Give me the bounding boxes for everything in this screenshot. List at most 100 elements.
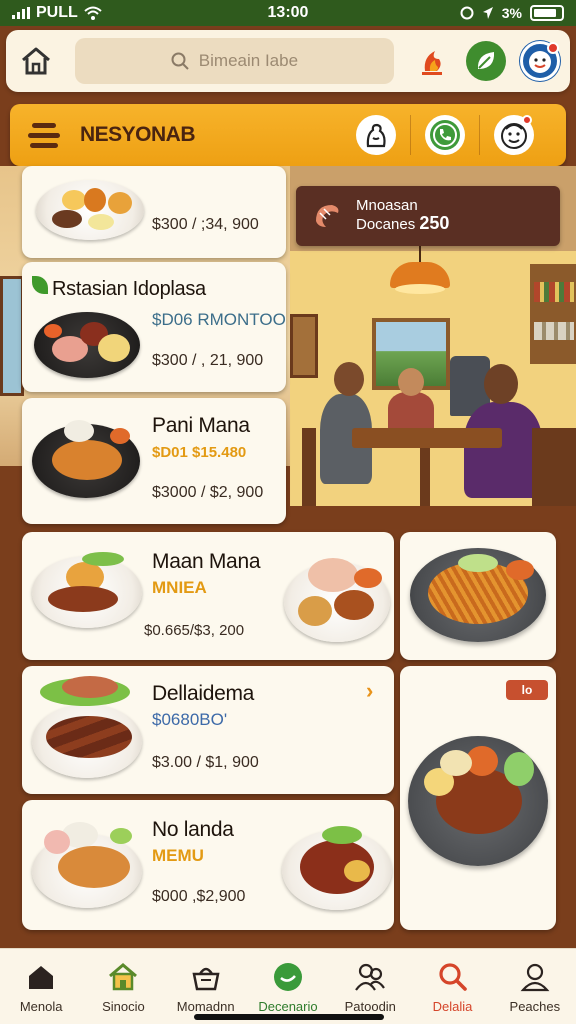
arrow-right-icon[interactable]: › [366,678,373,704]
battery-icon [530,5,564,21]
basket-icon [192,967,220,991]
dish-garnish [458,554,498,572]
card-title: Dellaidema [152,682,255,705]
card-subtitle: $D01 $15.480 [152,444,247,461]
dish-ham [308,558,358,592]
nav-item-peaches[interactable]: Peaches [495,961,575,1014]
dish-noodles [440,750,472,776]
alarm-icon [460,6,474,20]
waiter-button[interactable] [494,115,534,155]
dish-cucumber [504,752,534,786]
search-placeholder: Bimeain Iabe [198,51,299,70]
restaurant-bar: NESYONAB [10,104,566,166]
fire-logo-icon [422,51,442,75]
card-title: Maan Mana [152,550,261,573]
nav-label: Momadnn [176,999,235,1014]
top-header: Bimeain Iabe [6,30,570,92]
nav-item-momadnn[interactable]: Momadnn [166,961,246,1014]
card-subtitle: MNIEA [152,578,207,597]
divider [479,115,480,155]
bottom-navigation: Menola Sinocio Momadnn Decenario Patoodi… [0,948,576,1024]
notification-badge [522,115,532,125]
dish-egg [62,190,86,210]
dish-greens [82,552,124,566]
card-price: $300 / ;34, 900 [152,216,259,233]
people-icon [355,963,386,991]
menu-card[interactable] [400,532,556,660]
nav-item-delalia[interactable]: Delalia [413,961,493,1014]
leaf-icon [32,276,48,294]
dish-stew [48,586,118,612]
chef-button[interactable] [356,115,396,155]
menu-card[interactable]: Rstasian Idoplasa $D06 RMONTOO $300 / , … [22,262,286,392]
card-price: $000 ,$2,900 [152,888,246,905]
menu-card[interactable]: Maan Mana MNIEA $0.665/$3, 200 [22,532,394,660]
dish-dip [506,560,534,580]
card-subtitle: $D06 RMONTOO [152,310,286,329]
signal-icon [12,7,30,19]
home-button[interactable] [16,39,57,83]
menu-card[interactable]: lo [400,666,556,930]
menu-card[interactable]: Dellaidema $0680BO' $3.00 / $1, 900 › [22,666,394,794]
dish-greens [322,826,362,844]
dish-dip [44,324,62,338]
home-icon [22,47,51,75]
wifi-icon [84,6,102,20]
dish-bread [84,188,106,212]
house-icon [29,966,54,989]
dish-beans [52,210,82,228]
home-outline-icon [109,963,138,991]
person-icon [520,963,550,992]
home-indicator[interactable] [194,1014,384,1020]
dish-dip [110,428,130,444]
carrier-label: PULL [36,4,78,21]
nav-item-menola[interactable]: Menola [1,961,81,1014]
menu-card[interactable]: $300 / ;34, 900 [22,166,286,258]
dish-fries [98,334,130,362]
search-icon [438,963,467,991]
nav-label: Patoodin [344,999,396,1014]
card-price: $0.665/$3, 200 [144,622,245,639]
dish-chicken [52,440,122,480]
dish-sausage [62,676,118,698]
menu-icon[interactable] [28,122,60,148]
menu-card[interactable]: Pani Mana $D01 $15.480 $3000 / $2, 900 [22,398,286,524]
notification-badge [547,42,559,54]
nav-label: Sinocio [102,999,145,1014]
chat-icon [273,963,302,991]
search-input[interactable]: Bimeain Iabe [74,38,394,84]
location-icon [482,7,493,19]
nav-label: Decenario [258,999,318,1014]
divider [410,115,411,155]
nav-item-patoodin[interactable]: Patoodin [330,961,410,1014]
card-title: Pani Mana [152,414,250,437]
dish-bun [108,192,132,214]
leaf-button[interactable] [466,41,506,81]
nav-item-sinocio[interactable]: Sinocio [83,961,163,1014]
dish-onion [44,830,70,854]
nav-label: Menola [19,999,63,1014]
nav-item-decenario[interactable]: Decenario [248,961,328,1014]
restaurant-title: NESYONAB [80,123,196,146]
dish-potato [344,860,370,882]
card-title: Rstasian Idoplasa [52,278,206,300]
chef-icon [366,123,386,148]
promo-title: Mnoasan [356,196,418,214]
search-icon [171,52,189,70]
profile-avatar[interactable] [520,41,560,81]
tag-badge: lo [506,680,548,700]
promo-banner[interactable]: Mnoasan Docanes 250 [296,186,560,246]
status-bar: PULL 13:00 3% [0,0,576,26]
card-price: $3.00 / $1, 900 [152,754,259,771]
brand-logo-button[interactable] [412,41,452,81]
clock: 13:00 [267,4,309,21]
dish-ribs [46,716,132,758]
menu-card[interactable]: No landa MEMU $000 ,$2,900 [22,800,394,930]
card-price: $3000 / $2, 900 [152,484,264,501]
card-price: $300 / , 21, 900 [152,352,264,369]
dish-egg-white [88,214,114,230]
nav-label: Peaches [509,999,561,1014]
battery-percent: 3% [501,5,522,21]
dish-dip [110,828,132,844]
call-button[interactable] [425,115,465,155]
